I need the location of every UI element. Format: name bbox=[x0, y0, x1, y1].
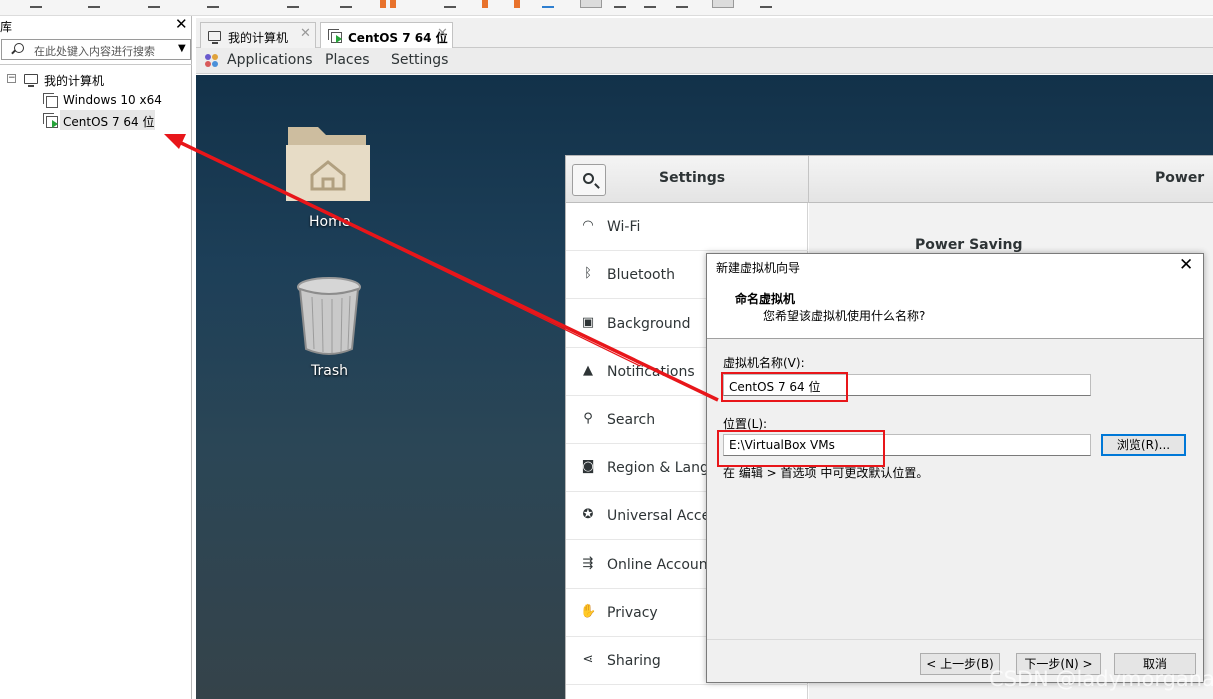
search-placeholder: 在此处键入内容进行搜索 bbox=[34, 45, 155, 58]
back-button[interactable]: < 上一步(B) bbox=[920, 653, 1000, 675]
step-subheading: 您希望该虚拟机使用什么名称? bbox=[763, 309, 926, 323]
panel-title: Power bbox=[1155, 170, 1205, 186]
section-label: Power Saving bbox=[915, 237, 1023, 253]
share-icon: ⋖ bbox=[582, 652, 594, 667]
thumbnail-icon[interactable] bbox=[760, 0, 772, 8]
computer-icon bbox=[24, 74, 38, 87]
library-panel: 库 ✕ 在此处键入内容进行搜索 ▼ − 我的计算机 Windows 10 x64… bbox=[0, 15, 192, 699]
divider bbox=[707, 639, 1203, 640]
pause-icon[interactable] bbox=[390, 0, 396, 8]
computer-icon bbox=[208, 31, 221, 44]
trash-icon[interactable] bbox=[296, 275, 362, 359]
toolbar-icon[interactable] bbox=[30, 0, 42, 8]
toolbar-icon[interactable] bbox=[148, 0, 160, 8]
sidebar-item-label: Sharing bbox=[607, 653, 661, 669]
browse-button[interactable]: 浏览(R)... bbox=[1101, 434, 1186, 456]
sidebar-item-label: Search bbox=[607, 412, 656, 428]
tree-item-label: Windows 10 x64 bbox=[63, 93, 162, 107]
dialog-title: 新建虚拟机向导 bbox=[716, 261, 801, 275]
sidebar-item-label: Wi-Fi bbox=[607, 219, 641, 235]
toolbar-icon[interactable] bbox=[88, 0, 100, 8]
step-heading: 命名虚拟机 bbox=[735, 292, 796, 306]
search-icon bbox=[583, 173, 594, 184]
vm-name-label: 虚拟机名称(V): bbox=[723, 356, 805, 370]
dialog-header: 命名虚拟机 您希望该虚拟机使用什么名称? bbox=[707, 280, 1203, 339]
view-console-icon[interactable] bbox=[580, 0, 602, 8]
snapshot-icon[interactable] bbox=[482, 0, 488, 8]
tree-item-label: 我的计算机 bbox=[44, 74, 105, 88]
revert-icon[interactable] bbox=[514, 0, 520, 8]
divider bbox=[808, 156, 809, 203]
close-icon[interactable]: ✕ bbox=[1179, 255, 1193, 275]
library-title: 库 bbox=[0, 20, 13, 34]
show-library-icon[interactable] bbox=[712, 0, 734, 8]
stretch-icon[interactable] bbox=[676, 0, 688, 8]
toolbar-icon[interactable] bbox=[207, 0, 219, 8]
snapshot-manager-icon[interactable] bbox=[542, 0, 554, 8]
sidebar-item-label: Region & Langu bbox=[607, 460, 718, 476]
desktop-icon-label[interactable]: Home bbox=[309, 214, 350, 230]
bell-icon: ▲ bbox=[583, 363, 593, 378]
screen: 库 ✕ 在此处键入内容进行搜索 ▼ − 我的计算机 Windows 10 x64… bbox=[0, 0, 1213, 699]
sidebar-item-wifi[interactable]: ◠ Wi-Fi bbox=[566, 203, 808, 251]
sidebar-item-label: Notifications bbox=[607, 364, 695, 380]
annotation-box-location bbox=[717, 430, 885, 467]
watermark: CSDN @ladymorgana bbox=[989, 667, 1213, 691]
tree-item-label: CentOS 7 64 位 bbox=[63, 115, 155, 129]
search-icon bbox=[14, 43, 24, 53]
sidebar-item-label: Background bbox=[607, 316, 691, 332]
desktop-icon-label[interactable]: Trash bbox=[311, 363, 348, 379]
vm-running-icon bbox=[328, 29, 342, 43]
sidebar-item-label: Online Accounts bbox=[607, 557, 721, 573]
divider bbox=[0, 64, 192, 65]
folder-home-icon[interactable] bbox=[284, 123, 372, 207]
vm-running-icon bbox=[43, 113, 58, 128]
tab-label: CentOS 7 64 位 bbox=[348, 31, 448, 45]
close-icon[interactable]: ✕ bbox=[175, 15, 188, 33]
wifi-icon: ◠ bbox=[582, 218, 594, 233]
guest-top-bar: Applications Places Settings bbox=[196, 48, 1213, 74]
hand-icon: ✋ bbox=[580, 604, 597, 619]
tab-centos[interactable]: CentOS 7 64 位 ✕ bbox=[320, 22, 453, 49]
fullscreen-icon[interactable] bbox=[614, 0, 626, 8]
background-icon: ▣ bbox=[581, 315, 595, 330]
toolbar bbox=[0, 0, 1213, 16]
vm-icon bbox=[43, 93, 58, 108]
accounts-icon: ⇶ bbox=[582, 556, 594, 571]
tab-bar: 我的计算机 ✕ CentOS 7 64 位 ✕ bbox=[196, 18, 1213, 49]
sidebar-item-label: Bluetooth bbox=[607, 267, 675, 283]
library-header: 库 ✕ bbox=[0, 15, 192, 36]
tab-close-icon[interactable]: ✕ bbox=[437, 26, 448, 41]
applications-icon bbox=[205, 54, 219, 68]
toolbar-icon[interactable] bbox=[287, 0, 299, 8]
sidebar-item-label: Universal Acces bbox=[607, 508, 718, 524]
accessibility-icon: ✪ bbox=[582, 507, 594, 522]
search-icon: ⚲ bbox=[583, 411, 593, 426]
camera-icon: ◙ bbox=[581, 459, 595, 474]
library-search-input[interactable]: 在此处键入内容进行搜索 ▼ bbox=[1, 39, 191, 60]
settings-title: Settings bbox=[659, 170, 726, 186]
sidebar-item-label: Privacy bbox=[607, 605, 658, 621]
pause-icon[interactable] bbox=[380, 0, 386, 8]
collapse-toggle[interactable]: − bbox=[7, 74, 16, 83]
settings-search-button[interactable] bbox=[572, 164, 606, 196]
settings-header: Settings Power bbox=[566, 156, 1213, 203]
dialog-titlebar: 新建虚拟机向导 ✕ bbox=[707, 254, 1203, 280]
unity-icon[interactable] bbox=[644, 0, 656, 8]
menu-places[interactable]: Places bbox=[325, 52, 370, 68]
menu-settings[interactable]: Settings bbox=[391, 52, 448, 68]
tab-close-icon[interactable]: ✕ bbox=[300, 26, 311, 41]
chevron-down-icon[interactable]: ▼ bbox=[178, 43, 186, 54]
new-vm-wizard-dialog: 新建虚拟机向导 ✕ 命名虚拟机 您希望该虚拟机使用什么名称? 虚拟机名称(V):… bbox=[706, 253, 1204, 683]
tab-my-computer[interactable]: 我的计算机 ✕ bbox=[200, 22, 316, 48]
tab-label: 我的计算机 bbox=[228, 31, 289, 45]
toolbar-icon[interactable] bbox=[340, 0, 352, 8]
annotation-box-name bbox=[721, 372, 848, 402]
send-keys-icon[interactable] bbox=[444, 0, 456, 8]
menu-applications[interactable]: Applications bbox=[227, 52, 313, 68]
bluetooth-icon: ᛒ bbox=[584, 266, 592, 281]
